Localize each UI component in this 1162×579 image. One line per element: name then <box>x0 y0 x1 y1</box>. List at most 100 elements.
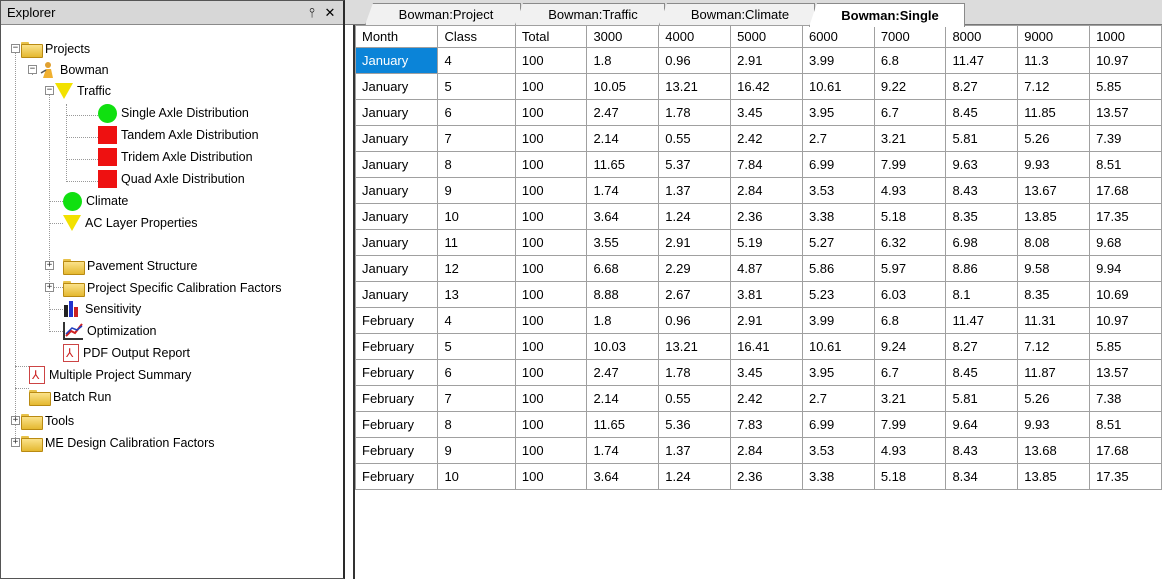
table-cell[interactable]: 6.32 <box>873 229 947 256</box>
tree-item-single-axle[interactable]: Single Axle Distribution <box>98 102 249 124</box>
table-cell[interactable]: 1.8 <box>586 307 660 334</box>
tree-item-batch-run[interactable]: Batch Run <box>29 386 111 408</box>
table-cell[interactable]: 2.47 <box>586 359 660 386</box>
table-cell[interactable]: 8.27 <box>945 73 1019 100</box>
table-cell[interactable]: 3.53 <box>801 177 875 204</box>
table-cell[interactable]: 9.64 <box>945 411 1019 438</box>
table-cell[interactable]: 5.81 <box>945 125 1019 152</box>
column-header[interactable]: 9000 <box>1017 25 1091 48</box>
table-cell[interactable]: 2.47 <box>586 99 660 126</box>
table-cell[interactable]: 1.24 <box>658 203 732 230</box>
table-cell[interactable]: 5.36 <box>658 411 732 438</box>
table-cell[interactable]: 7.39 <box>1089 125 1162 152</box>
table-cell[interactable]: 17.35 <box>1089 203 1162 230</box>
table-cell[interactable]: 5.26 <box>1017 125 1091 152</box>
column-header[interactable]: Class <box>437 25 516 48</box>
table-cell[interactable]: February <box>355 385 439 412</box>
table-cell[interactable]: February <box>355 463 439 490</box>
tree-item-pdf-output[interactable]: PDF Output Report <box>63 342 190 364</box>
table-cell[interactable]: 8.34 <box>945 463 1019 490</box>
table-cell[interactable]: 100 <box>514 151 588 178</box>
table-cell[interactable]: 7.99 <box>873 151 947 178</box>
table-cell[interactable]: February <box>355 437 439 464</box>
table-cell[interactable]: 6.99 <box>801 151 875 178</box>
table-cell[interactable]: 9.93 <box>1017 151 1091 178</box>
table-cell[interactable]: 1.37 <box>658 177 732 204</box>
table-cell[interactable]: 7.84 <box>730 151 803 178</box>
table-cell[interactable]: 5.85 <box>1089 73 1162 100</box>
table-cell[interactable]: 8 <box>437 411 516 438</box>
table-cell[interactable]: 5.81 <box>945 385 1019 412</box>
table-cell[interactable]: 6.68 <box>586 255 660 282</box>
table-cell[interactable]: 9.24 <box>873 333 947 360</box>
table-cell[interactable]: 9 <box>437 177 516 204</box>
table-cell[interactable]: 3.95 <box>801 359 875 386</box>
table-cell[interactable]: 100 <box>514 385 588 412</box>
table-cell[interactable]: 7.83 <box>730 411 803 438</box>
table-cell[interactable]: 10.03 <box>586 333 660 360</box>
table-cell[interactable]: 5.27 <box>801 229 875 256</box>
table-cell[interactable]: 4.87 <box>730 255 803 282</box>
table-cell[interactable]: January <box>355 255 439 282</box>
table-cell[interactable]: 6.99 <box>801 411 875 438</box>
table-cell[interactable]: January <box>355 99 439 126</box>
table-cell[interactable]: 13.85 <box>1017 203 1091 230</box>
table-cell[interactable]: January <box>355 281 439 308</box>
table-cell[interactable]: January <box>355 177 439 204</box>
table-cell[interactable]: 3.64 <box>586 463 660 490</box>
table-cell[interactable]: 3.38 <box>801 463 875 490</box>
table-cell[interactable]: 3.53 <box>801 437 875 464</box>
table-cell[interactable]: 6.8 <box>873 47 947 74</box>
table-cell[interactable]: 8.43 <box>945 437 1019 464</box>
table-cell[interactable]: 100 <box>514 359 588 386</box>
expand-tools-toggle[interactable]: + <box>11 416 20 425</box>
tree-item-quad-axle[interactable]: Quad Axle Distribution <box>98 168 245 190</box>
table-cell[interactable]: 16.42 <box>730 73 803 100</box>
table-cell[interactable]: 7 <box>437 385 516 412</box>
table-cell[interactable]: 1.74 <box>586 437 660 464</box>
column-header[interactable]: 3000 <box>586 25 660 48</box>
table-cell[interactable]: 13 <box>437 281 516 308</box>
column-header[interactable]: Month <box>355 25 439 48</box>
table-cell[interactable]: 9.93 <box>1017 411 1091 438</box>
table-cell[interactable]: 7.12 <box>1017 73 1091 100</box>
table-cell[interactable]: 4 <box>437 47 516 74</box>
table-cell[interactable]: 6.7 <box>873 99 947 126</box>
column-header[interactable]: 7000 <box>873 25 947 48</box>
tree-item-multiple-project-summary[interactable]: Multiple Project Summary <box>29 364 191 386</box>
tab-bowman-single[interactable]: Bowman:Single <box>809 3 965 27</box>
table-cell[interactable]: 2.84 <box>730 177 803 204</box>
column-header[interactable]: 1000 <box>1089 25 1162 48</box>
table-cell[interactable]: 11.65 <box>586 151 660 178</box>
table-cell[interactable]: 1.78 <box>658 99 732 126</box>
table-cell[interactable]: 6.7 <box>873 359 947 386</box>
table-cell[interactable]: 10.61 <box>801 333 875 360</box>
column-header[interactable]: Total <box>514 25 588 48</box>
tab-bowman-climate[interactable]: Bowman:Climate <box>659 3 815 25</box>
table-cell[interactable]: 2.36 <box>730 463 803 490</box>
table-cell[interactable]: 100 <box>514 125 588 152</box>
table-cell[interactable]: 13.57 <box>1089 99 1162 126</box>
table-cell[interactable]: 100 <box>514 437 588 464</box>
table-cell[interactable]: 1.8 <box>586 47 660 74</box>
table-cell[interactable]: 9.58 <box>1017 255 1091 282</box>
collapse-projects-toggle[interactable]: − <box>11 44 20 53</box>
table-cell[interactable]: 5.18 <box>873 203 947 230</box>
table-cell[interactable]: 16.41 <box>730 333 803 360</box>
table-cell[interactable]: 9.22 <box>873 73 947 100</box>
table-cell[interactable]: 13.68 <box>1017 437 1091 464</box>
table-cell[interactable]: 4.93 <box>873 177 947 204</box>
data-grid[interactable]: Month Class Total 3000 4000 5000 6000 7000 8000 9… <box>353 25 1162 579</box>
table-cell[interactable]: 5.85 <box>1089 333 1162 360</box>
table-cell[interactable]: 2.29 <box>658 255 732 282</box>
table-cell[interactable]: 5.97 <box>873 255 947 282</box>
tree-item-calibration-factors[interactable]: Project Specific Calibration Factors <box>63 277 282 299</box>
table-cell[interactable]: 6 <box>437 99 516 126</box>
table-cell[interactable]: 0.96 <box>658 307 732 334</box>
table-cell[interactable]: 4.93 <box>873 437 947 464</box>
table-cell[interactable]: 3.99 <box>801 47 875 74</box>
table-cell[interactable]: 2.91 <box>730 47 803 74</box>
column-header[interactable]: 6000 <box>801 25 875 48</box>
table-cell[interactable]: 2.7 <box>801 385 875 412</box>
table-cell[interactable]: February <box>355 359 439 386</box>
